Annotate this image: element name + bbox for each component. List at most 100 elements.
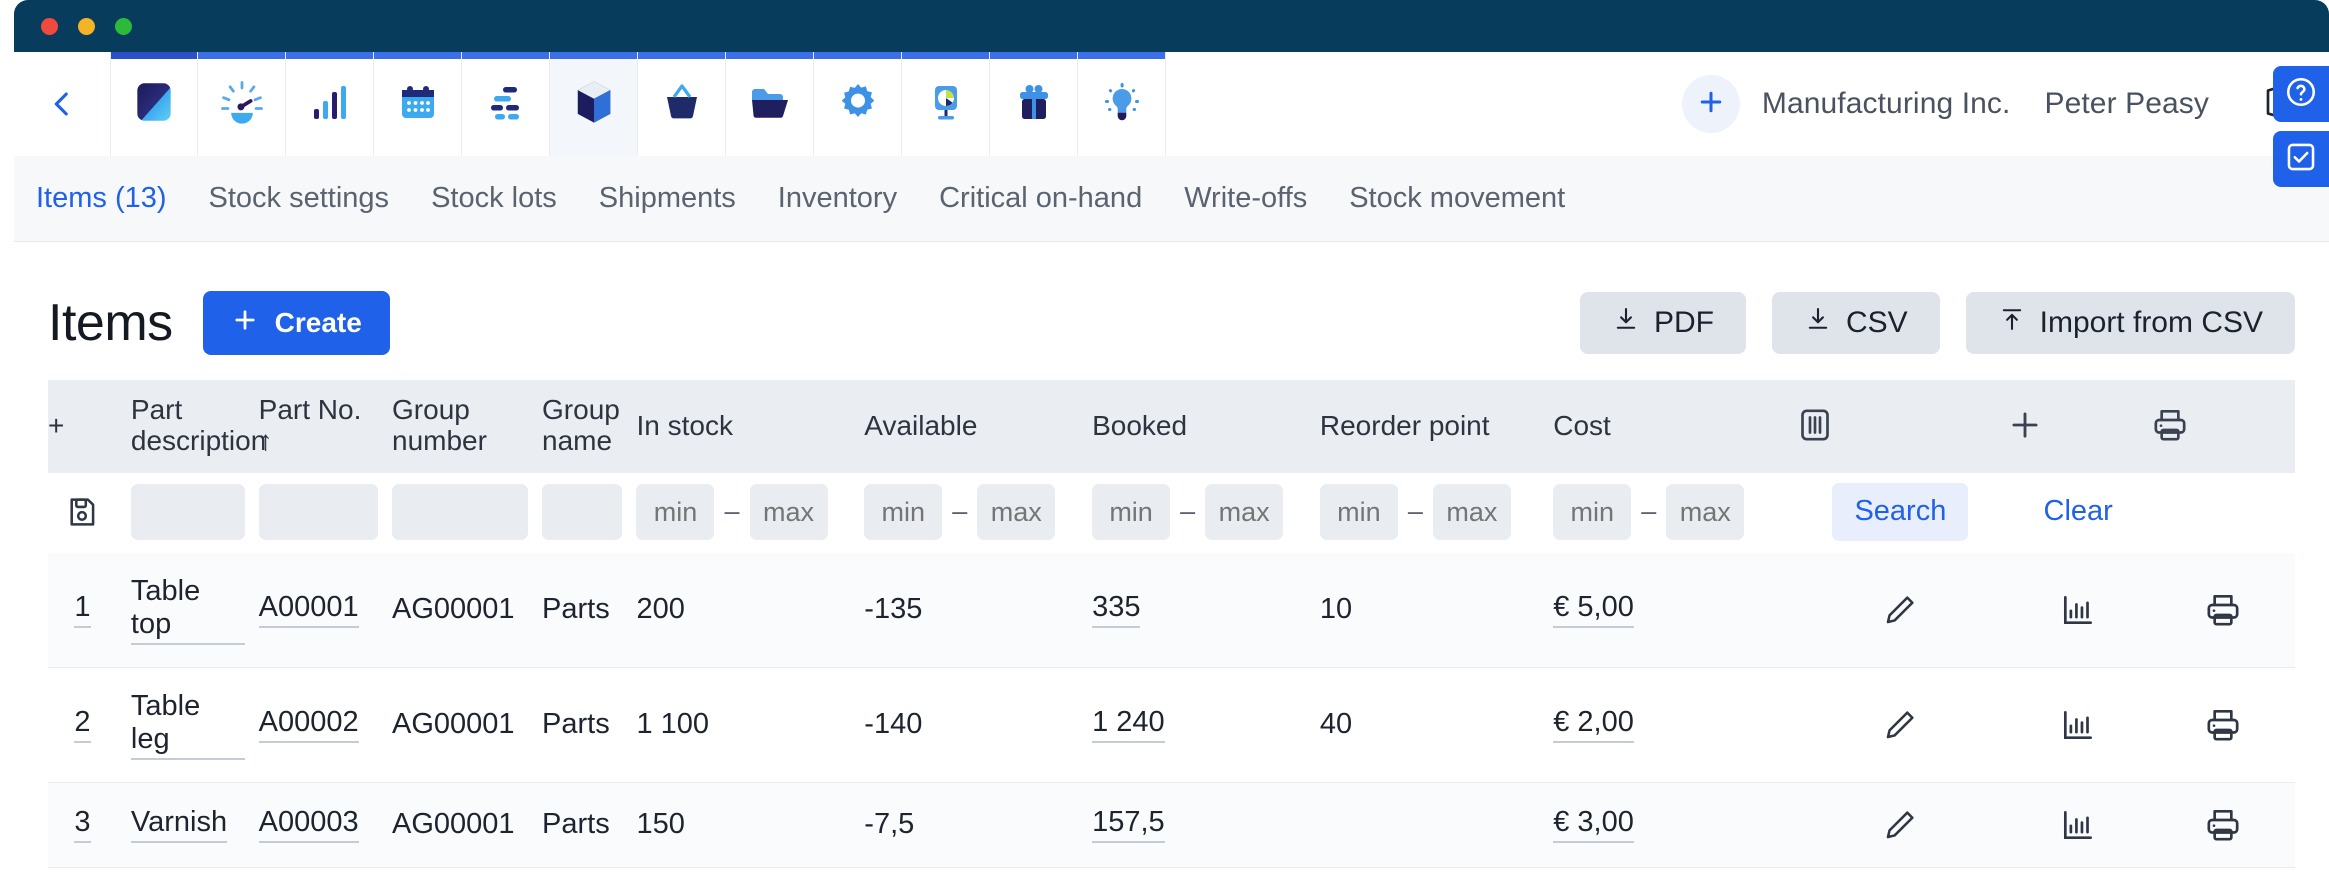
filter-cost-min-input[interactable] [1553, 484, 1631, 540]
search-button[interactable]: Search [1832, 483, 1968, 541]
header-add-row[interactable]: + [48, 380, 117, 473]
cell-part-no[interactable]: A00003 [245, 782, 378, 867]
range-dash: – [1180, 496, 1195, 527]
tab-critical-on-hand[interactable]: Critical on-hand [939, 182, 1142, 215]
header-reorder-point[interactable]: Reorder point [1306, 380, 1539, 473]
user-name[interactable]: Peter Peasy [2044, 87, 2209, 121]
filter-booked-min-input[interactable] [1092, 484, 1170, 540]
cell-booked[interactable]: 30 [1078, 867, 1306, 890]
cell-part-description[interactable]: Table top [117, 553, 245, 668]
filter-in-stock-min-input[interactable] [636, 484, 714, 540]
app-tasks[interactable] [462, 52, 550, 156]
row-edit-button[interactable] [1795, 867, 2006, 890]
header-booked[interactable]: Booked [1078, 380, 1306, 473]
back-button[interactable] [14, 52, 110, 156]
header-available[interactable]: Available [850, 380, 1078, 473]
cell-part-description[interactable]: Table leg [117, 667, 245, 782]
app-ideas[interactable] [1078, 52, 1166, 156]
app-analytics[interactable] [902, 52, 990, 156]
app-reports[interactable] [286, 52, 374, 156]
clear-button[interactable]: Clear [2034, 483, 2123, 541]
cell-in-stock: 150 [622, 782, 850, 867]
maximize-window-button[interactable] [115, 18, 132, 35]
row-stats-button[interactable] [2006, 782, 2150, 867]
tab-inventory[interactable]: Inventory [778, 182, 897, 215]
filter-group-number-input[interactable] [392, 484, 528, 540]
cell-booked[interactable]: 157,5 [1078, 782, 1306, 867]
row-edit-button[interactable] [1795, 553, 2006, 668]
app-stock[interactable] [550, 52, 638, 156]
filter-part-no-input[interactable] [259, 484, 378, 540]
tasks-button[interactable] [2273, 131, 2329, 187]
filter-cost-max-input[interactable] [1666, 484, 1744, 540]
cell-available: -135 [850, 553, 1078, 668]
row-stats-button[interactable] [2006, 867, 2150, 890]
filter-booked-max-input[interactable] [1205, 484, 1283, 540]
cell-cost[interactable]: € 5,00 [1539, 553, 1795, 668]
header-group-number[interactable]: Group number [378, 380, 528, 473]
app-gauge[interactable] [198, 52, 286, 156]
header-add-column-button[interactable] [2006, 380, 2150, 473]
app-purchases[interactable] [638, 52, 726, 156]
import-csv-button[interactable]: Import from CSV [1966, 292, 2295, 354]
app-dashboard-tile[interactable] [110, 52, 198, 156]
save-filter-button[interactable] [48, 473, 117, 553]
cell-part-no[interactable]: A00004 [245, 867, 378, 890]
app-documents[interactable] [726, 52, 814, 156]
cell-part-no[interactable]: A00001 [245, 553, 378, 668]
filter-group-name-input[interactable] [542, 484, 622, 540]
cell-cost[interactable]: € 2,00 [1539, 667, 1795, 782]
help-button[interactable] [2273, 66, 2329, 122]
tab-stock-lots[interactable]: Stock lots [431, 182, 557, 215]
chevron-left-icon [45, 87, 79, 121]
checkbox-icon [2284, 140, 2318, 179]
filter-part-description-input[interactable] [131, 484, 245, 540]
export-csv-button[interactable]: CSV [1772, 292, 1940, 354]
quick-add-button[interactable] [1682, 75, 1740, 133]
row-edit-button[interactable] [1795, 782, 2006, 867]
cell-cost[interactable]: € 3,00 [1539, 782, 1795, 867]
tab-items[interactable]: Items (13) [36, 182, 167, 215]
close-window-button[interactable] [41, 18, 58, 35]
row-print-button[interactable] [2150, 553, 2295, 668]
app-settings[interactable] [814, 52, 902, 156]
tab-write-offs[interactable]: Write-offs [1184, 182, 1307, 215]
cell-cost[interactable]: € 29,50 [1539, 867, 1795, 890]
row-stats-button[interactable] [2006, 553, 2150, 668]
header-print-button[interactable] [2150, 380, 2295, 473]
cell-booked[interactable]: 335 [1078, 553, 1306, 668]
app-calendar[interactable] [374, 52, 462, 156]
cell-booked[interactable]: 1 240 [1078, 667, 1306, 782]
cell-reorder-point [1306, 782, 1539, 867]
header-in-stock[interactable]: In stock [622, 380, 850, 473]
create-button[interactable]: Create [203, 291, 390, 355]
tab-stock-settings[interactable]: Stock settings [209, 182, 390, 215]
minimize-window-button[interactable] [78, 18, 95, 35]
tab-shipments[interactable]: Shipments [599, 182, 736, 215]
bar-chart-icon [306, 78, 354, 131]
header-part-no[interactable]: Part No. ↑ [245, 380, 378, 473]
app-rewards[interactable] [990, 52, 1078, 156]
filter-in-stock-max-input[interactable] [750, 484, 828, 540]
cell-reorder-point: 10 [1306, 553, 1539, 668]
filter-reorder-point-max-input[interactable] [1433, 484, 1511, 540]
export-pdf-button[interactable]: PDF [1580, 292, 1746, 354]
organization-name[interactable]: Manufacturing Inc. [1762, 87, 2011, 121]
cell-part-no[interactable]: A00002 [245, 667, 378, 782]
header-part-description[interactable]: Part description [117, 380, 245, 473]
row-stats-button[interactable] [2006, 667, 2150, 782]
cell-part-description[interactable]: Wooden table [117, 867, 245, 890]
header-cost[interactable]: Cost [1539, 380, 1795, 473]
row-print-button[interactable] [2150, 782, 2295, 867]
row-print-button[interactable] [2150, 867, 2295, 890]
row-edit-button[interactable] [1795, 667, 2006, 782]
header-columns-button[interactable] [1795, 380, 2006, 473]
cell-part-description[interactable]: Varnish [117, 782, 245, 867]
filter-available-min-input[interactable] [864, 484, 942, 540]
tab-stock-movement[interactable]: Stock movement [1349, 182, 1565, 215]
filter-in-stock-cell: – [622, 473, 850, 553]
filter-available-max-input[interactable] [977, 484, 1055, 540]
filter-reorder-point-min-input[interactable] [1320, 484, 1398, 540]
header-group-name[interactable]: Group name [528, 380, 622, 473]
row-print-button[interactable] [2150, 667, 2295, 782]
